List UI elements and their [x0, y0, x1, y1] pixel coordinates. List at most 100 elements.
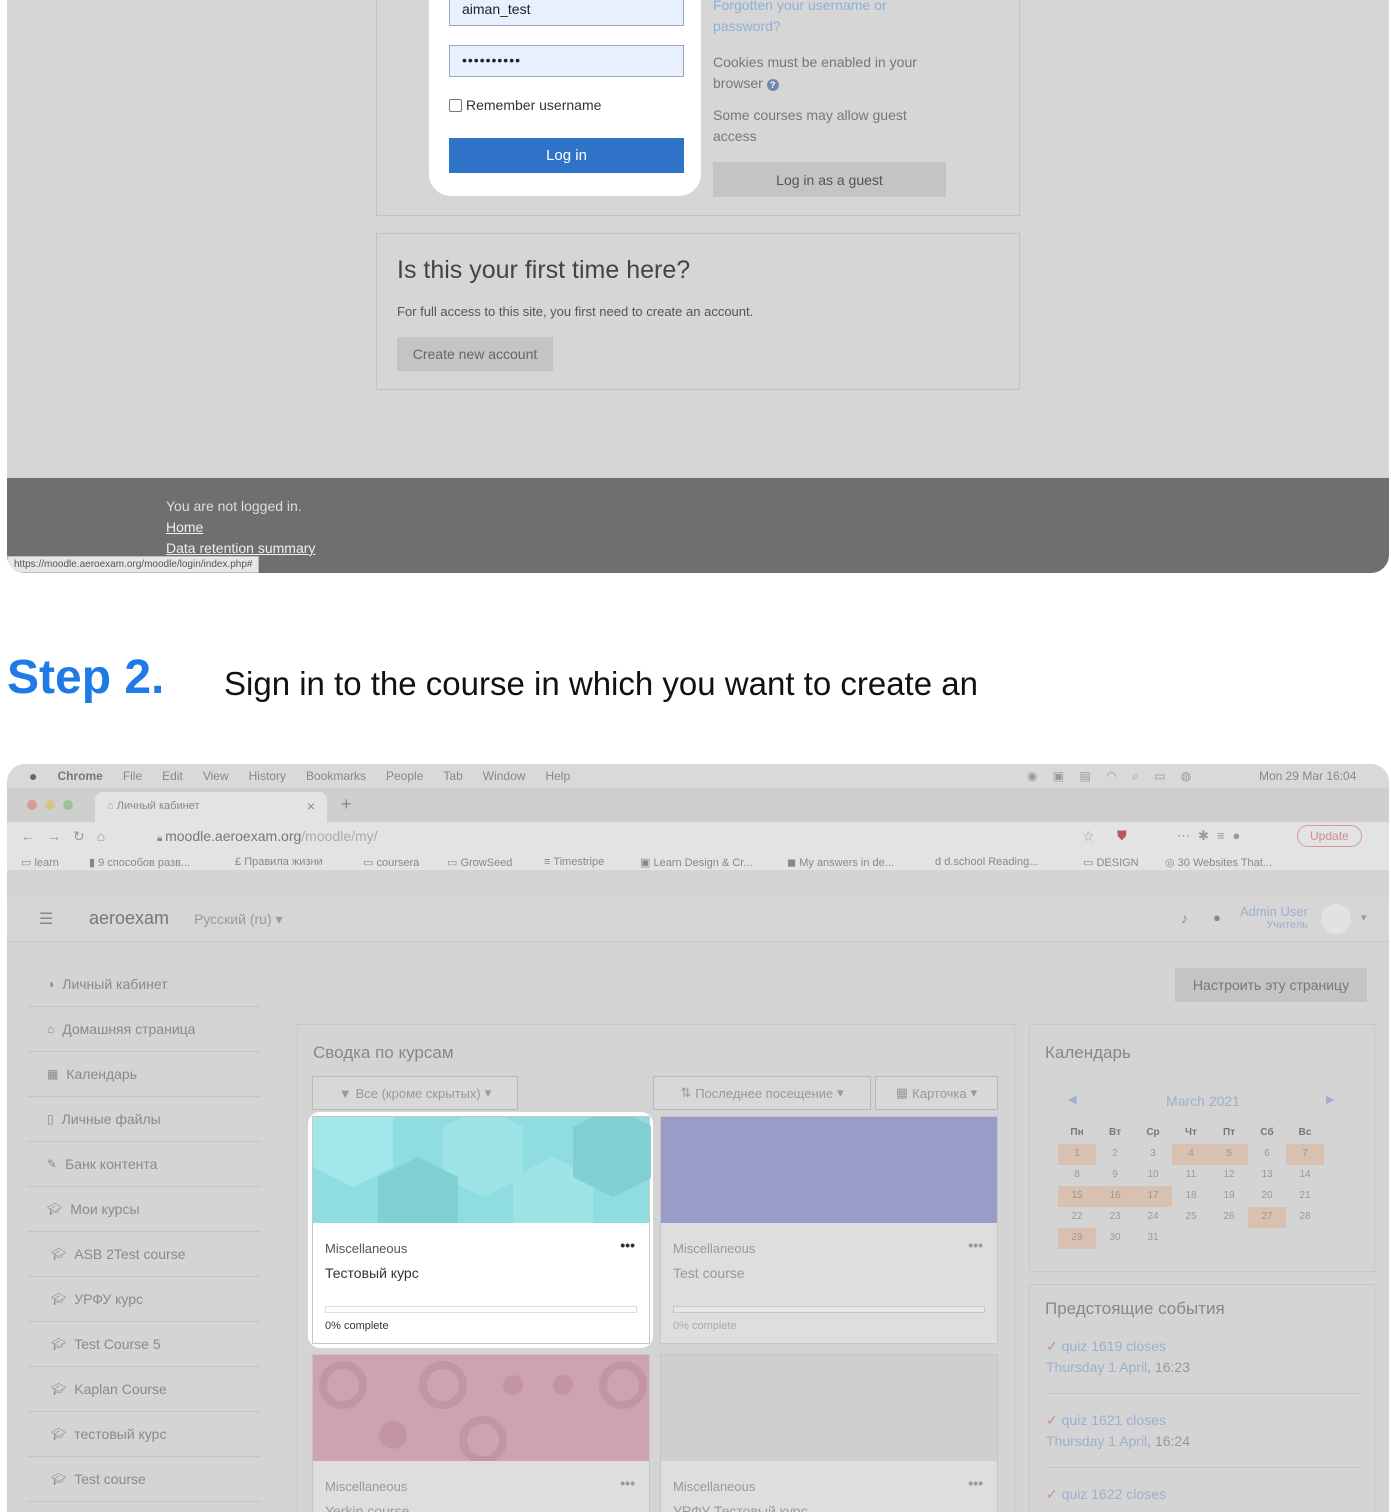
- graduation-cap-icon: 🎓︎: [51, 1292, 67, 1306]
- course-name[interactable]: Тестовый курс: [325, 1265, 419, 1281]
- calendar-month[interactable]: March 2021: [1030, 1093, 1376, 1109]
- bookmark-design[interactable]: ▭ DESIGN: [1083, 856, 1139, 869]
- bookmark-learn[interactable]: ▭ learn: [21, 856, 59, 869]
- course-card-testovy[interactable]: Miscellaneous Тестовый курс ••• 0% compl…: [312, 1097, 653, 1344]
- footer-data-link[interactable]: Data retention summary: [166, 540, 315, 556]
- nav-course-testovy[interactable]: 🎓︎ тестовый курс: [27, 1412, 261, 1457]
- extension-shield-icon[interactable]: ⛊: [1117, 828, 1127, 844]
- help-icon[interactable]: ?: [766, 79, 779, 91]
- home-icon: ⌂: [47, 1022, 55, 1036]
- star-icon[interactable]: ☆: [1082, 828, 1095, 845]
- apple-icon[interactable]: ●: [29, 768, 37, 784]
- sort-dropdown[interactable]: ⇅ Последнее посещение ▾: [653, 1076, 871, 1110]
- nav-calendar[interactable]: ▦ Календарь: [27, 1052, 261, 1097]
- file-icon: ▯: [47, 1112, 54, 1126]
- view-dropdown[interactable]: ▦ Карточка ▾: [875, 1076, 998, 1110]
- course-name[interactable]: Test course: [673, 1265, 745, 1281]
- username-field[interactable]: aiman_test: [449, 0, 684, 26]
- circle-pattern: [319, 1361, 647, 1464]
- guest-login-button[interactable]: Log in as a guest: [713, 162, 946, 197]
- nav-course-kaplan[interactable]: 🎓︎ Kaplan Course: [27, 1367, 261, 1412]
- bookmark-coursera[interactable]: ▭ coursera: [363, 856, 419, 869]
- course-name[interactable]: Yerkin course: [325, 1503, 409, 1512]
- nav-course-urfu[interactable]: 🎓︎ УРФУ курс: [27, 1277, 261, 1322]
- bookmark-dschool[interactable]: d d.school Reading...: [935, 856, 1038, 868]
- graduation-cap-icon: 🎓︎: [51, 1427, 67, 1441]
- bookmark-timestripe[interactable]: ≡ Timestripe: [544, 856, 604, 868]
- course-name[interactable]: УРФУ Тестовый курс: [673, 1503, 808, 1512]
- nav-course-test5[interactable]: 🎓︎ Test Course 5: [27, 1322, 261, 1367]
- menu-bookmarks[interactable]: Bookmarks: [306, 769, 366, 783]
- menu-help[interactable]: Help: [545, 769, 570, 783]
- menu-history[interactable]: History: [249, 769, 286, 783]
- filter-dropdown[interactable]: ▼ Все (кроме скрытых) ▾: [312, 1076, 518, 1110]
- nav-course-asb[interactable]: 🎓︎ ASB 2Test course: [27, 1232, 261, 1277]
- nav-home[interactable]: ⌂ Домашняя страница: [27, 1007, 261, 1052]
- password-field[interactable]: ••••••••••: [449, 45, 684, 77]
- nav-my-courses[interactable]: 🎓︎ Мои курсы: [27, 1187, 261, 1232]
- tab-dashboard[interactable]: ⌂ Личный кабинет ×: [95, 792, 327, 822]
- new-tab-icon[interactable]: +: [341, 794, 352, 815]
- minimize-window-icon[interactable]: [45, 800, 55, 810]
- menu-chrome[interactable]: Chrome: [57, 769, 102, 783]
- remember-label: Remember username: [466, 97, 602, 113]
- nav-course-test[interactable]: 🎓︎ Test course: [27, 1457, 261, 1502]
- more-icon[interactable]: •••: [620, 1237, 635, 1253]
- menu-people[interactable]: People: [386, 769, 423, 783]
- event-quiz-1621[interactable]: ✓ quiz 1621 closes: [1046, 1412, 1166, 1429]
- update-button[interactable]: Update: [1297, 825, 1362, 847]
- remember-checkbox[interactable]: [449, 98, 462, 112]
- event-quiz-1622[interactable]: ✓ quiz 1622 closes: [1046, 1486, 1166, 1503]
- calendar-panel: Календарь ◀ March 2021 ▶ Пн Вт Ср Чт Пт …: [1029, 1024, 1375, 1272]
- bookmark-9sposobov[interactable]: ▮ 9 способов разв...: [89, 856, 190, 869]
- more-icon[interactable]: •••: [620, 1475, 635, 1491]
- course-card-test[interactable]: Miscellaneous Test course ••• 0% complet…: [660, 1116, 998, 1344]
- more-icon[interactable]: •••: [968, 1237, 983, 1253]
- bookmark-growseed[interactable]: ▭ GrowSeed: [447, 856, 512, 869]
- course-category: Miscellaneous: [673, 1241, 756, 1256]
- event-quiz-1619[interactable]: ✓ quiz 1619 closes: [1046, 1338, 1166, 1355]
- menu-file[interactable]: File: [123, 769, 142, 783]
- create-account-button[interactable]: Create new account: [397, 337, 553, 371]
- extensions-icons[interactable]: ⋯✱≡●: [1177, 828, 1248, 844]
- next-month-icon[interactable]: ▶: [1326, 1093, 1334, 1106]
- bookmark-30websites[interactable]: ◎ 30 Websites That...: [1165, 856, 1272, 869]
- nav-dashboard[interactable]: ◑ Личный кабинет: [27, 962, 261, 1007]
- maximize-window-icon[interactable]: [63, 800, 73, 810]
- url-field[interactable]: 🔒︎ moodle.aeroexam.org/moodle/my/: [157, 828, 378, 844]
- nav-content-bank[interactable]: ✎ Банк контента: [27, 1142, 261, 1187]
- forgot-link[interactable]: Forgotten your username or password?: [713, 0, 887, 37]
- nav-buttons[interactable]: ←→↻⌂: [21, 828, 117, 845]
- customize-page-button[interactable]: Настроить эту страницу: [1175, 968, 1367, 1002]
- menu-tab[interactable]: Tab: [443, 769, 462, 783]
- avatar[interactable]: [1321, 904, 1351, 934]
- user-menu[interactable]: Admin User Учитель: [1240, 904, 1308, 931]
- moodle-navbar: ☰ aeroexam Русский (ru) ▾ ♪ ● Admin User…: [7, 898, 1389, 942]
- menu-window[interactable]: Window: [483, 769, 526, 783]
- close-tab-icon[interactable]: ×: [307, 798, 315, 814]
- messages-icon[interactable]: ●: [1213, 910, 1221, 925]
- left-navigation: ◑ Личный кабинет ⌂ Домашняя страница ▦ Кале…: [27, 962, 261, 1512]
- guest-note: Some courses may allow guest access: [713, 107, 907, 144]
- footer-home-link[interactable]: Home: [166, 519, 203, 535]
- course-card-yerkin[interactable]: Miscellaneous Yerkin course •••: [312, 1354, 650, 1512]
- bookmark-learn-design[interactable]: ▣ Learn Design & Cr...: [640, 856, 753, 869]
- overview-title: Сводка по курсам: [313, 1043, 454, 1062]
- language-menu[interactable]: Русский (ru) ▾: [194, 911, 283, 928]
- remember-username[interactable]: Remember username: [449, 97, 601, 113]
- nav-files[interactable]: ▯ Личные файлы: [27, 1097, 261, 1142]
- menu-view[interactable]: View: [203, 769, 229, 783]
- chevron-down-icon[interactable]: ▾: [1361, 911, 1367, 924]
- menu-edit[interactable]: Edit: [162, 769, 183, 783]
- graduation-cap-icon: 🎓︎: [51, 1247, 67, 1261]
- site-name[interactable]: aeroexam: [89, 908, 169, 929]
- login-button[interactable]: Log in: [449, 138, 684, 173]
- bookmark-pravila[interactable]: £ Правила жизни: [235, 856, 323, 868]
- course-card-urfu[interactable]: Miscellaneous УРФУ Тестовый курс •••: [660, 1354, 998, 1512]
- bookmark-my-answers[interactable]: ◼ My answers in de...: [787, 856, 894, 869]
- close-window-icon[interactable]: [27, 800, 37, 810]
- more-icon[interactable]: •••: [968, 1475, 983, 1491]
- bell-icon[interactable]: ♪: [1181, 910, 1188, 926]
- hamburger-icon[interactable]: ☰: [39, 909, 53, 929]
- mac-menubar: ● Chrome File Edit View History Bookmark…: [7, 764, 1389, 788]
